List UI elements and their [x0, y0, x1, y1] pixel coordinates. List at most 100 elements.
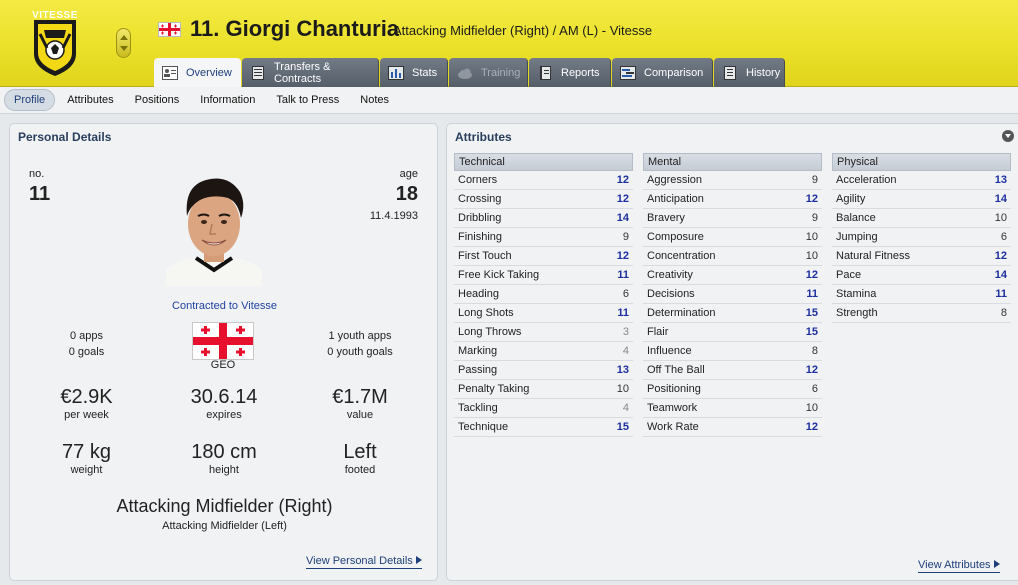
player-navigation-stepper[interactable]	[116, 28, 131, 58]
attribute-name: Technique	[458, 421, 509, 433]
contracted-to-club-link[interactable]: Contracted to Vitesse	[10, 300, 439, 312]
footed-value: Left	[343, 441, 377, 463]
attribute-name: Heading	[458, 288, 499, 300]
tab-label: Overview	[186, 66, 232, 79]
attribute-row[interactable]: Long Throws 3	[454, 323, 633, 342]
tab-transfers-contracts[interactable]: Transfers & Contracts	[242, 58, 379, 87]
footed-label: footed	[344, 464, 376, 476]
player-header: VITESSE 11. Giorgi Chanturia Attacking M…	[0, 0, 1018, 87]
attribute-row[interactable]: Decisions 11	[643, 285, 822, 304]
attribute-row[interactable]: Jumping 6	[832, 228, 1011, 247]
tab-label: Training	[481, 66, 521, 79]
tab-training[interactable]: Training	[449, 58, 528, 87]
attribute-row[interactable]: Natural Fitness 12	[832, 247, 1011, 266]
attribute-row[interactable]: Marking 4	[454, 342, 633, 361]
attribute-row[interactable]: Influence 8	[643, 342, 822, 361]
attribute-name: Determination	[647, 307, 716, 319]
player-photo	[166, 166, 262, 286]
chevron-up-icon[interactable]	[120, 35, 128, 40]
physical-attributes: Physical Acceleration 13 Agility 14 Balance 1…	[832, 153, 1011, 323]
tab-stats[interactable]: Stats	[380, 58, 448, 87]
view-personal-details-link[interactable]: View Personal Details	[306, 555, 422, 569]
attribute-value: 9	[622, 231, 629, 243]
attribute-value: 14	[994, 269, 1007, 281]
attribute-name: Aggression	[647, 174, 703, 186]
attribute-row[interactable]: Crossing 12	[454, 190, 633, 209]
tab-comparison[interactable]: Comparison	[612, 58, 713, 87]
attribute-value: 11	[617, 307, 629, 319]
attribute-name: Corners	[458, 174, 498, 186]
attribute-name: Creativity	[647, 269, 693, 281]
attribute-name: First Touch	[458, 250, 512, 262]
attribute-row[interactable]: Aggression 9	[643, 171, 822, 190]
apps-count: 0 apps	[69, 330, 104, 342]
attribute-row[interactable]: Free Kick Taking 11	[454, 266, 633, 285]
attribute-row[interactable]: Finishing 9	[454, 228, 633, 247]
sub-navigation: Profile Attributes Positions Information…	[0, 87, 1018, 114]
attribute-name: Agility	[836, 193, 866, 205]
nationality-code: GEO	[210, 359, 236, 371]
attribute-value: 12	[616, 174, 629, 186]
attribute-row[interactable]: Tackling 4	[454, 399, 633, 418]
chevron-down-icon[interactable]	[1002, 130, 1014, 142]
attribute-value: 13	[994, 174, 1007, 186]
attribute-row[interactable]: First Touch 12	[454, 247, 633, 266]
subnav-notes[interactable]: Notes	[351, 90, 398, 110]
player-name-title: 11. Giorgi Chanturia	[190, 16, 400, 41]
bar-chart-icon	[388, 65, 404, 80]
wage-label: per week	[64, 409, 109, 421]
attribute-value: 12	[994, 250, 1007, 262]
attribute-value: 10	[805, 250, 818, 262]
chevron-down-icon[interactable]	[120, 46, 128, 51]
attribute-row[interactable]: Agility 14	[832, 190, 1011, 209]
contract-expires-label: expires	[206, 409, 242, 421]
attribute-row[interactable]: Work Rate 12	[643, 418, 822, 437]
club-crest-icon[interactable]: VITESSE	[30, 8, 80, 78]
attribute-row[interactable]: Long Shots 11	[454, 304, 633, 323]
attribute-row[interactable]: Technique 15	[454, 418, 633, 437]
tab-history[interactable]: History	[714, 58, 785, 87]
attribute-row[interactable]: Flair 15	[643, 323, 822, 342]
view-attributes-link[interactable]: View Attributes	[918, 559, 1000, 573]
attribute-row[interactable]: Passing 13	[454, 361, 633, 380]
subnav-attributes[interactable]: Attributes	[58, 90, 122, 110]
attribute-row[interactable]: Composure 10	[643, 228, 822, 247]
attribute-name: Decisions	[647, 288, 695, 300]
attribute-row[interactable]: Penalty Taking 10	[454, 380, 633, 399]
attribute-row[interactable]: Positioning 6	[643, 380, 822, 399]
attribute-row[interactable]: Concentration 10	[643, 247, 822, 266]
attribute-row[interactable]: Dribbling 14	[454, 209, 633, 228]
attribute-name: Strength	[836, 307, 878, 319]
attribute-value: 10	[805, 231, 818, 243]
attribute-row[interactable]: Determination 15	[643, 304, 822, 323]
attribute-row[interactable]: Anticipation 12	[643, 190, 822, 209]
secondary-position: Attacking Midfielder (Left)	[162, 520, 287, 532]
attribute-name: Off The Ball	[647, 364, 705, 376]
attribute-value: 9	[811, 212, 818, 224]
attribute-row[interactable]: Strength 8	[832, 304, 1011, 323]
attribute-value: 12	[616, 250, 629, 262]
attribute-name: Positioning	[647, 383, 701, 395]
attribute-row[interactable]: Heading 6	[454, 285, 633, 304]
attribute-row[interactable]: Stamina 11	[832, 285, 1011, 304]
subnav-talk-to-press[interactable]: Talk to Press	[267, 90, 348, 110]
subnav-profile[interactable]: Profile	[4, 89, 56, 111]
attribute-row[interactable]: Balance 10	[832, 209, 1011, 228]
subnav-information[interactable]: Information	[191, 90, 264, 110]
personal-details-panel: Personal Details no. 11 age 18 11.4.1993…	[9, 123, 438, 581]
tab-reports[interactable]: Reports	[529, 58, 611, 87]
attribute-row[interactable]: Corners 12	[454, 171, 633, 190]
attribute-row[interactable]: Pace 14	[832, 266, 1011, 285]
attribute-row[interactable]: Bravery 9	[643, 209, 822, 228]
attribute-row[interactable]: Off The Ball 12	[643, 361, 822, 380]
attribute-value: 8	[811, 345, 818, 357]
date-of-birth: 11.4.1993	[369, 210, 418, 222]
attribute-row[interactable]: Creativity 12	[643, 266, 822, 285]
tab-overview[interactable]: Overview	[154, 58, 241, 87]
attribute-row[interactable]: Acceleration 13	[832, 171, 1011, 190]
subnav-positions[interactable]: Positions	[126, 90, 189, 110]
attribute-row[interactable]: Teamwork 10	[643, 399, 822, 418]
main-tabs: Overview Transfers & Contracts Stats Tra…	[154, 58, 786, 87]
attribute-value: 14	[994, 193, 1007, 205]
cloud-icon	[457, 66, 473, 80]
